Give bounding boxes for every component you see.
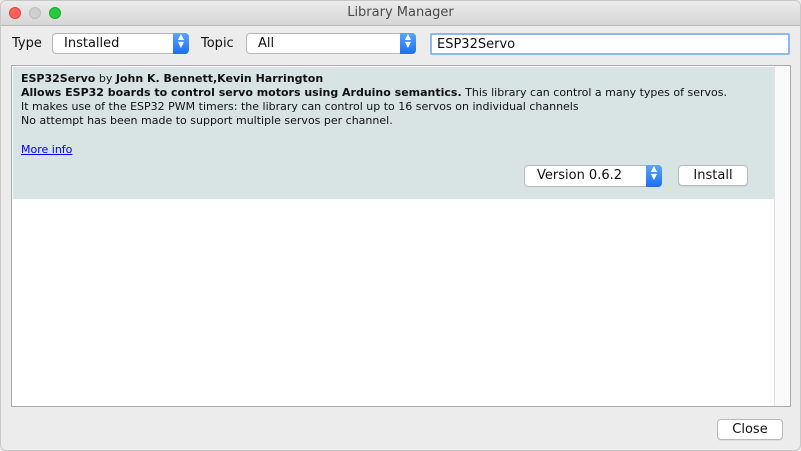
library-authors: John K. Bennett,Kevin Harrington xyxy=(115,72,324,85)
more-info-link[interactable]: More info xyxy=(21,143,72,156)
window-title: Library Manager xyxy=(347,5,454,20)
library-desc-3: No attempt has been made to support mult… xyxy=(21,114,393,127)
topic-label: Topic xyxy=(201,36,234,51)
type-select[interactable]: Installed ▲ ▼ xyxy=(52,33,189,54)
library-manager-window: Library Manager Type Installed ▲ ▼ Topic … xyxy=(0,0,801,451)
list-item[interactable]: ESP32Servo by John K. Bennett,Kevin Harr… xyxy=(13,67,775,199)
library-desc-1: This library can control a many types of… xyxy=(465,86,727,99)
topic-select-value: All xyxy=(258,36,275,51)
library-by: by xyxy=(98,72,113,85)
version-select-value: Version 0.6.2 xyxy=(537,168,623,183)
select-arrows-icon: ▲ ▼ xyxy=(400,33,416,54)
topic-select[interactable]: All ▲ ▼ xyxy=(246,33,416,54)
select-arrows-icon: ▲ ▼ xyxy=(173,33,189,54)
close-button[interactable]: Close xyxy=(717,419,783,440)
library-summary: Allows ESP32 boards to control servo mot… xyxy=(21,86,462,99)
install-button[interactable]: Install xyxy=(678,165,748,186)
library-name: ESP32Servo xyxy=(21,72,96,85)
list-scrollbar[interactable] xyxy=(774,66,790,406)
search-input[interactable] xyxy=(430,33,790,55)
type-label: Type xyxy=(12,36,42,51)
title-bar: Library Manager xyxy=(1,1,800,26)
select-arrows-icon: ▲ ▼ xyxy=(646,165,662,187)
library-description: ESP32Servo by John K. Bennett,Kevin Harr… xyxy=(21,72,727,128)
type-select-value: Installed xyxy=(64,36,120,51)
library-desc-2: It makes use of the ESP32 PWM timers: th… xyxy=(21,100,579,113)
version-select[interactable]: Version 0.6.2 ▲ ▼ xyxy=(524,165,662,187)
library-list: ESP32Servo by John K. Bennett,Kevin Harr… xyxy=(11,65,791,407)
